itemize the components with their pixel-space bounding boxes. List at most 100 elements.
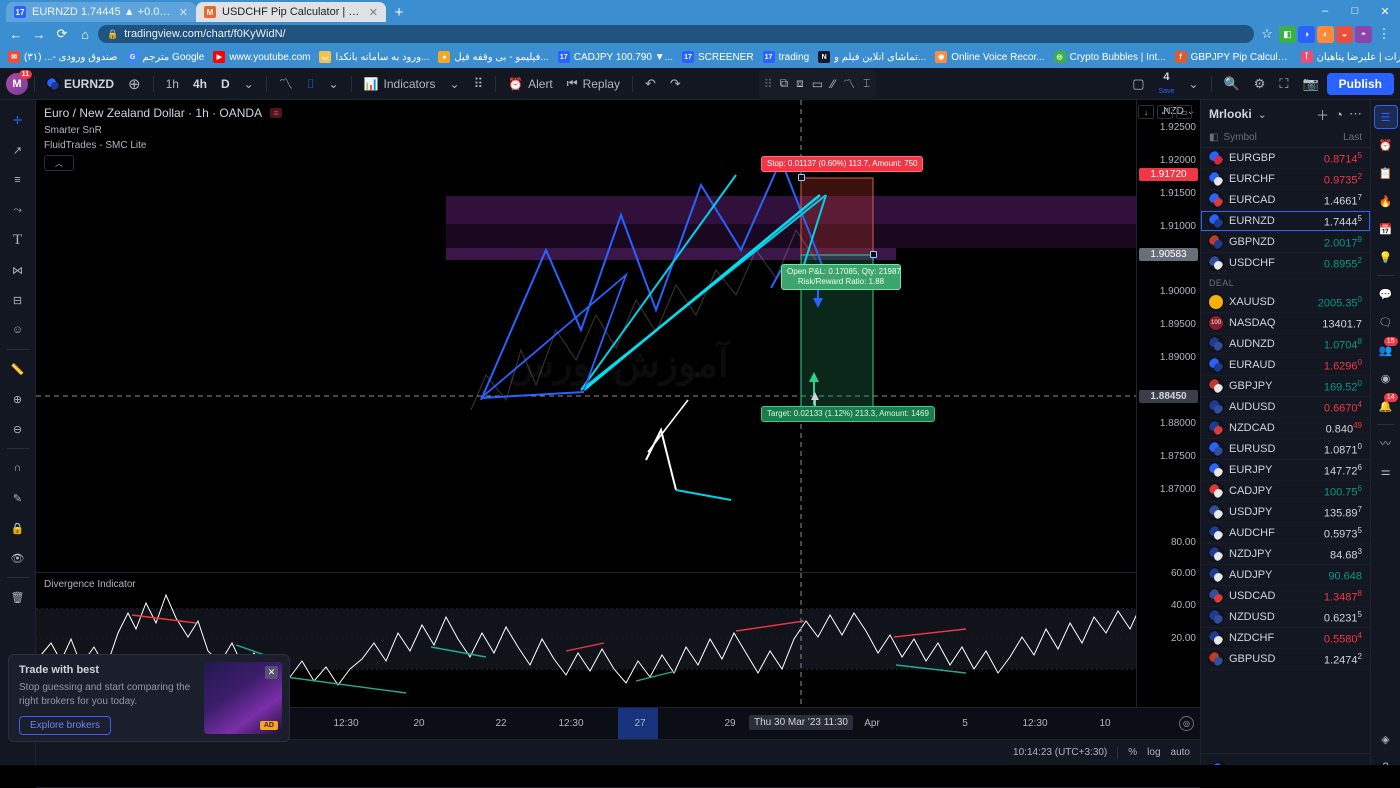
interval-1h[interactable]: 1h — [160, 72, 185, 96]
watchlist-row-audjpy[interactable]: AUDJPY 90.648 — [1201, 565, 1370, 586]
replay-button[interactable]: ⏮ Replay — [561, 72, 626, 96]
bookmark-item[interactable]: ● فیلیمو - بی وقفه فیل... — [434, 50, 552, 64]
alert-button[interactable]: ⏰ Alert — [502, 72, 559, 96]
stop-handle[interactable] — [798, 174, 805, 181]
magnet-tool-icon[interactable]: ∩ — [4, 454, 32, 482]
clock-label[interactable]: 10:14:23 (UTC+3:30) — [1013, 747, 1107, 758]
legend-indicator-2[interactable]: FluidTrades - SMC Lite — [44, 140, 282, 151]
watchlist-row-audnzd[interactable]: AUDNZD 1.07048 — [1201, 334, 1370, 355]
bookmark-item[interactable]: ب ورود به سامانه بانکدا... — [315, 50, 433, 64]
save-button[interactable]: 4 Save — [1152, 71, 1180, 96]
hide-drawings-tool-icon[interactable]: 👁 — [4, 544, 32, 572]
watchlist-row-cadjpy[interactable]: CADJPY 100.756 — [1201, 481, 1370, 502]
log-scale-button[interactable]: log — [1147, 747, 1160, 758]
bookmark-item[interactable]: 17 CADJPY 100.790 ▼... — [554, 50, 677, 64]
bookmark-item[interactable]: 17 SCREENER — [678, 50, 758, 64]
maximize-button[interactable]: □ — [1340, 5, 1370, 17]
grid-templates-icon[interactable]: ⠿ — [468, 72, 490, 96]
bookmark-item[interactable]: 17 trading — [759, 50, 814, 64]
open-pl-label[interactable]: Open P&L: 0.17085, Qty: 21987 Risk/Rewar… — [781, 264, 901, 290]
watchlist-row-xauusd[interactable]: XAUUSD 2005.350 — [1201, 292, 1370, 313]
chat-panel-icon[interactable]: 💬 — [1374, 282, 1398, 306]
auto-scale-button[interactable]: auto — [1171, 747, 1190, 758]
stop-label[interactable]: Stop: 0.01137 (0.60%) 113.7, Amount: 750 — [761, 156, 924, 172]
interval-chevron-down-icon[interactable]: ⌄ — [238, 72, 260, 96]
price-scale[interactable]: NZD ⌄ 1.92500 1.92000 1.91720 1.91500 1.… — [1136, 100, 1200, 739]
sort-icon[interactable]: ◧ — [1209, 132, 1218, 143]
indicators-button[interactable]: 📊 Indicators — [358, 72, 442, 96]
crosshair-tool-icon[interactable]: ✛ — [4, 106, 32, 134]
remove-drawings-tool-icon[interactable]: 🗑 — [4, 583, 32, 611]
watchlist-row-eurchf[interactable]: EURCHF 0.97352 — [1201, 169, 1370, 190]
camera-icon[interactable]: 📷 — [1296, 72, 1324, 96]
close-icon[interactable]: ✕ — [369, 6, 378, 19]
extension-icon-3[interactable]: ◒ — [1336, 25, 1353, 43]
watchlist-row-gbpusd[interactable]: GBPUSD 1.24742 — [1201, 649, 1370, 670]
sub-pane-title[interactable]: Divergence Indicator — [44, 579, 136, 590]
broadcast-panel-icon[interactable]: ◉ — [1374, 366, 1398, 390]
search-icon[interactable]: 🔍 — [1218, 72, 1246, 96]
extension-icon-1[interactable]: ◑ — [1298, 25, 1315, 43]
download-icon[interactable]: ↓ — [1138, 105, 1154, 119]
bookmark-item[interactable]: آآپارات | علیرضا پناهیان — [1297, 50, 1400, 64]
zoom-out-tool-icon[interactable]: ⊖ — [4, 415, 32, 443]
bookmark-item[interactable]: f GBPJPY Pip Calculat... — [1171, 50, 1296, 64]
watchlist-row-eurnzd[interactable]: EURNZD 1.74445 — [1201, 211, 1370, 232]
drag-handle-icon[interactable]: ⠿ — [762, 72, 775, 96]
indicators-chevron-down-icon[interactable]: ⌄ — [444, 72, 466, 96]
target-label[interactable]: Target: 0.02133 (1.12%) 213.3, Amount: 1… — [761, 406, 935, 422]
stream-panel-icon[interactable]: 〰 — [1374, 431, 1398, 455]
redo-icon[interactable]: ↷ — [664, 72, 687, 96]
close-icon[interactable]: ✕ — [265, 666, 278, 679]
publish-button[interactable]: Publish — [1326, 72, 1394, 95]
watchlist-row-nzdjpy[interactable]: NZDJPY 84.683 — [1201, 544, 1370, 565]
watchlist-row-nzdchf[interactable]: NZDCHF 0.55804 — [1201, 628, 1370, 649]
timezone-clock-icon[interactable]: ◎ — [1179, 716, 1194, 731]
forward-icon[interactable]: → — [29, 24, 49, 44]
watchlist-row-eurgbp[interactable]: EURGBP 0.87145 — [1201, 148, 1370, 169]
extension-icon-2[interactable]: ◐ — [1317, 25, 1334, 43]
text-tool-icon[interactable]: ⌶ — [860, 72, 873, 96]
extension-icon-4[interactable]: ◓ — [1355, 25, 1372, 43]
more-options-icon[interactable]: ⋯ — [1349, 106, 1362, 122]
watchlist-row-usdchf[interactable]: USDCHF 0.89552 — [1201, 253, 1370, 274]
emoji-tool-icon[interactable]: ☺ — [4, 316, 32, 344]
ideas-panel-icon[interactable]: 💡 — [1374, 245, 1398, 269]
notifications-panel-icon[interactable]: 🔔 14 — [1374, 393, 1398, 418]
chevron-up-icon[interactable]: ︿ — [44, 155, 74, 171]
text-tool-icon[interactable]: T — [4, 226, 32, 254]
layers-panel-icon[interactable]: ◈ — [1374, 727, 1398, 751]
watchlist-row-gbpjpy[interactable]: GBPJPY 169.520 — [1201, 376, 1370, 397]
address-bar[interactable]: 🔒 tradingview.com/chart/f0KyWidN/ — [98, 25, 1254, 43]
line-chart-icon[interactable]: 〽 — [273, 72, 299, 96]
interval-d[interactable]: D — [215, 72, 236, 96]
watchlist-panel-icon[interactable]: ☰ — [1373, 105, 1398, 129]
trend-line-icon[interactable]: ⁄⁄ — [828, 72, 838, 96]
bookmark-item[interactable]: ✉ صندوق ورودی -... (٣١) — [4, 50, 122, 64]
close-window-button[interactable]: ✕ — [1370, 5, 1400, 18]
pie-chart-icon[interactable]: ◔ — [1335, 107, 1343, 122]
trend-line-tool-icon[interactable]: ↗ — [4, 136, 32, 164]
watchlist-row-eurcad[interactable]: EURCAD 1.46617 — [1201, 190, 1370, 211]
browser-tab-1[interactable]: M USDCHF Pip Calculator | Myfxbo ✕ — [196, 2, 386, 22]
legend-indicator-1[interactable]: Smarter SnR — [44, 125, 282, 136]
calendar-panel-icon[interactable]: 📅 — [1374, 217, 1398, 241]
public-chats-panel-icon[interactable]: 🗨 — [1374, 310, 1398, 334]
position-tool-icon[interactable]: ⊟ — [4, 286, 32, 314]
main-price-pane[interactable]: آموزش بورس Euro / New Zealand Dollar · 1… — [36, 100, 1200, 571]
layout-icon[interactable]: ▢ — [1126, 72, 1150, 96]
lock-drawings-tool-icon[interactable]: 🔒 — [4, 514, 32, 542]
explore-brokers-button[interactable]: Explore brokers — [19, 716, 112, 735]
new-tab-button[interactable]: + — [386, 2, 412, 22]
column-symbol[interactable]: Symbol — [1223, 132, 1256, 143]
watchlist-title[interactable]: Mrlooki — [1209, 107, 1252, 121]
add-symbol-button[interactable]: ⊕ — [122, 72, 147, 96]
watchlist-row-gbpnzd[interactable]: GBPNZD 2.00179 — [1201, 232, 1370, 253]
chevron-down-icon[interactable]: ⌄ — [1258, 108, 1267, 121]
pitchfork-tool-icon[interactable]: ⤳ — [4, 196, 32, 224]
back-icon[interactable]: ← — [6, 24, 26, 44]
bookmark-item[interactable]: G مترجم Google — [123, 50, 209, 64]
drawing-mode-tool-icon[interactable]: ✎ — [4, 484, 32, 512]
maximize-icon[interactable]: ▭ — [1176, 105, 1192, 119]
short-position-icon[interactable]: ⧈ — [793, 72, 807, 96]
